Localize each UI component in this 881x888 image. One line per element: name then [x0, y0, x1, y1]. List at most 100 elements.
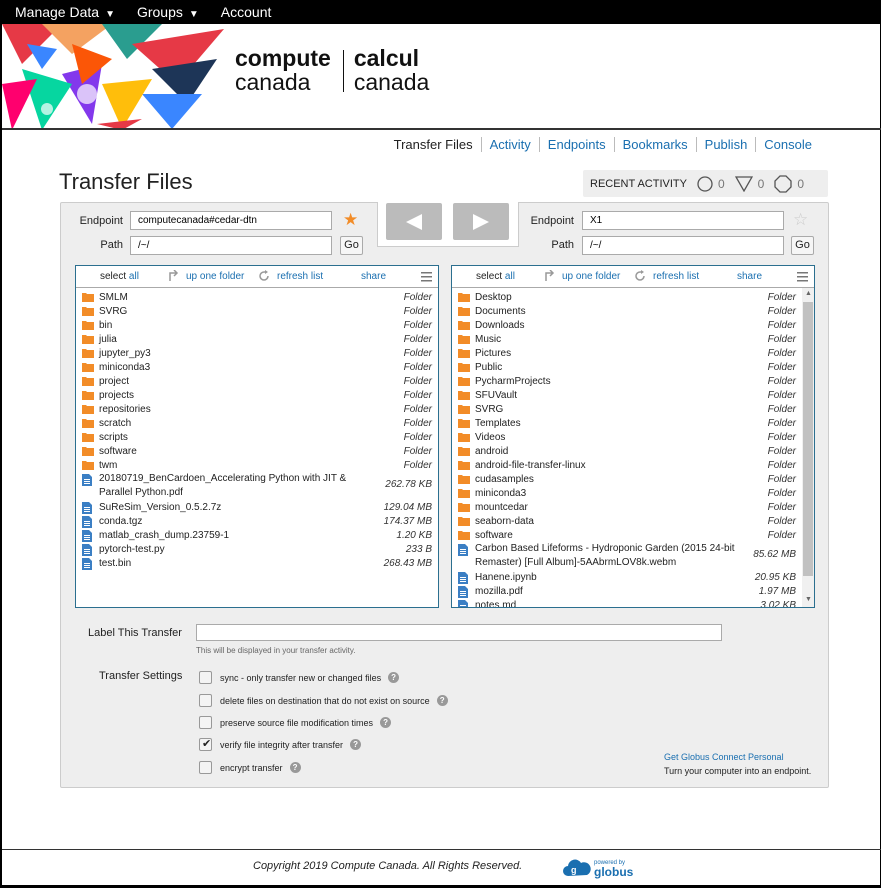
right-go-button[interactable]: Go — [791, 236, 814, 255]
file-row[interactable]: miniconda3 Folder — [76, 360, 438, 374]
file-row[interactable]: android Folder — [452, 444, 814, 458]
file-row[interactable]: twm Folder — [76, 458, 438, 472]
file-row[interactable]: 20180719_BenCardoen_Accelerating Python … — [76, 472, 438, 500]
delete-checkbox[interactable] — [199, 694, 212, 707]
select-all[interactable]: select all — [476, 271, 515, 282]
file-row[interactable]: SFUVault Folder — [452, 388, 814, 402]
file-row[interactable]: android-file-transfer-linux Folder — [452, 458, 814, 472]
option-delete[interactable]: delete files on destination that do not … — [199, 694, 448, 707]
file-row[interactable]: software Folder — [76, 444, 438, 458]
file-row[interactable]: Music Folder — [452, 332, 814, 346]
file-row[interactable]: miniconda3 Folder — [452, 486, 814, 500]
bookmark-star-icon[interactable]: ★ — [343, 210, 358, 230]
file-row[interactable]: conda.tgz 174.37 MB — [76, 514, 438, 528]
share-link[interactable]: share — [361, 271, 386, 282]
right-endpoint-input[interactable] — [582, 211, 784, 230]
right-pane-scrollbar[interactable]: ▲ ▼ — [802, 288, 814, 607]
file-row[interactable]: Videos Folder — [452, 430, 814, 444]
subnav-console[interactable]: Console — [755, 137, 820, 152]
refresh-icon[interactable] — [634, 270, 646, 282]
subnav-transfer-files[interactable]: Transfer Files — [386, 137, 481, 152]
file-row[interactable]: Carbon Based Lifeforms - Hydroponic Gard… — [452, 542, 814, 570]
help-icon[interactable]: ? — [388, 672, 400, 683]
help-icon[interactable]: ? — [436, 695, 448, 706]
file-row[interactable]: Pictures Folder — [452, 346, 814, 360]
globus-logo[interactable]: g powered by globus — [562, 858, 633, 878]
scroll-down-icon[interactable]: ▼ — [805, 596, 812, 603]
verify-checkbox[interactable]: ✔ — [199, 738, 212, 751]
help-icon[interactable]: ? — [289, 762, 301, 773]
file-row[interactable]: Public Folder — [452, 360, 814, 374]
help-icon[interactable]: ? — [380, 717, 392, 728]
file-row[interactable]: matlab_crash_dump.23759-1 1.20 KB — [76, 528, 438, 542]
file-row[interactable]: Downloads Folder — [452, 318, 814, 332]
globus-connect-personal-link[interactable]: Get Globus Connect Personal — [664, 752, 784, 762]
file-row[interactable]: projects Folder — [76, 388, 438, 402]
scroll-up-icon[interactable]: ▲ — [805, 290, 812, 297]
right-path-input[interactable] — [582, 236, 784, 255]
sync-checkbox[interactable] — [199, 671, 212, 684]
recent-paused[interactable]: 0 — [774, 174, 804, 193]
file-row[interactable]: test.bin 268.43 MB — [76, 556, 438, 570]
share-link[interactable]: share — [737, 271, 762, 282]
file-row[interactable]: SVRG Folder — [452, 402, 814, 416]
file-row[interactable]: repositories Folder — [76, 402, 438, 416]
subnav-bookmarks[interactable]: Bookmarks — [613, 137, 696, 152]
file-row[interactable]: notes.md 3.02 KB — [452, 598, 814, 607]
left-go-button[interactable]: Go — [340, 236, 363, 255]
transfer-right-button[interactable] — [453, 203, 509, 240]
recent-active[interactable]: 0 — [697, 175, 725, 192]
file-row[interactable]: scratch Folder — [76, 416, 438, 430]
nav-manage-data[interactable]: Manage Data ▼ — [15, 4, 115, 20]
transfer-left-button[interactable] — [386, 203, 442, 240]
nav-groups[interactable]: Groups ▼ — [137, 4, 199, 20]
recent-failed[interactable]: 0 — [734, 175, 764, 192]
file-row[interactable]: SuReSim_Version_0.5.2.7z 129.04 MB — [76, 500, 438, 514]
refresh-list-link[interactable]: refresh list — [277, 271, 323, 282]
file-row[interactable]: mozilla.pdf 1.97 MB — [452, 584, 814, 598]
up-one-folder-link[interactable]: up one folder — [186, 271, 244, 282]
file-row[interactable]: pytorch-test.py 233 B — [76, 542, 438, 556]
up-folder-icon[interactable] — [544, 270, 556, 282]
scrollbar-thumb[interactable] — [803, 302, 813, 576]
recent-activity[interactable]: RECENT ACTIVITY 0 0 0 — [583, 170, 828, 197]
bookmark-star-icon[interactable]: ☆ — [793, 210, 808, 230]
file-row[interactable]: Templates Folder — [452, 416, 814, 430]
file-row[interactable]: bin Folder — [76, 318, 438, 332]
option-preserve[interactable]: preserve source file modification times … — [199, 716, 392, 729]
left-path-input[interactable] — [130, 236, 332, 255]
file-row[interactable]: PycharmProjects Folder — [452, 374, 814, 388]
file-row[interactable]: cudasamples Folder — [452, 472, 814, 486]
option-sync[interactable]: sync - only transfer new or changed file… — [199, 671, 400, 684]
file-row[interactable]: scripts Folder — [76, 430, 438, 444]
menu-icon[interactable] — [797, 272, 808, 282]
help-icon[interactable]: ? — [350, 739, 362, 750]
menu-icon[interactable] — [421, 272, 432, 282]
file-row[interactable]: Desktop Folder — [452, 290, 814, 304]
nav-account[interactable]: Account — [221, 4, 272, 20]
file-row[interactable]: jupyter_py3 Folder — [76, 346, 438, 360]
select-all[interactable]: select all — [100, 271, 139, 282]
file-row[interactable]: SMLM Folder — [76, 290, 438, 304]
subnav-activity[interactable]: Activity — [480, 137, 539, 152]
option-verify[interactable]: ✔ verify file integrity after transfer ? — [199, 738, 362, 751]
file-row[interactable]: Hanene.ipynb 20.95 KB — [452, 570, 814, 584]
file-row[interactable]: julia Folder — [76, 332, 438, 346]
preserve-checkbox[interactable] — [199, 716, 212, 729]
option-encrypt[interactable]: encrypt transfer ? — [199, 761, 301, 774]
file-row[interactable]: mountcedar Folder — [452, 500, 814, 514]
refresh-list-link[interactable]: refresh list — [653, 271, 699, 282]
file-row[interactable]: project Folder — [76, 374, 438, 388]
file-row[interactable]: Documents Folder — [452, 304, 814, 318]
file-row[interactable]: SVRG Folder — [76, 304, 438, 318]
refresh-icon[interactable] — [258, 270, 270, 282]
label-transfer-input[interactable] — [196, 624, 722, 641]
up-one-folder-link[interactable]: up one folder — [562, 271, 620, 282]
file-row[interactable]: software Folder — [452, 528, 814, 542]
encrypt-checkbox[interactable] — [199, 761, 212, 774]
left-endpoint-input[interactable] — [130, 211, 332, 230]
file-row[interactable]: seaborn-data Folder — [452, 514, 814, 528]
up-folder-icon[interactable] — [168, 270, 180, 282]
subnav-endpoints[interactable]: Endpoints — [538, 137, 614, 152]
subnav-publish[interactable]: Publish — [695, 137, 756, 152]
